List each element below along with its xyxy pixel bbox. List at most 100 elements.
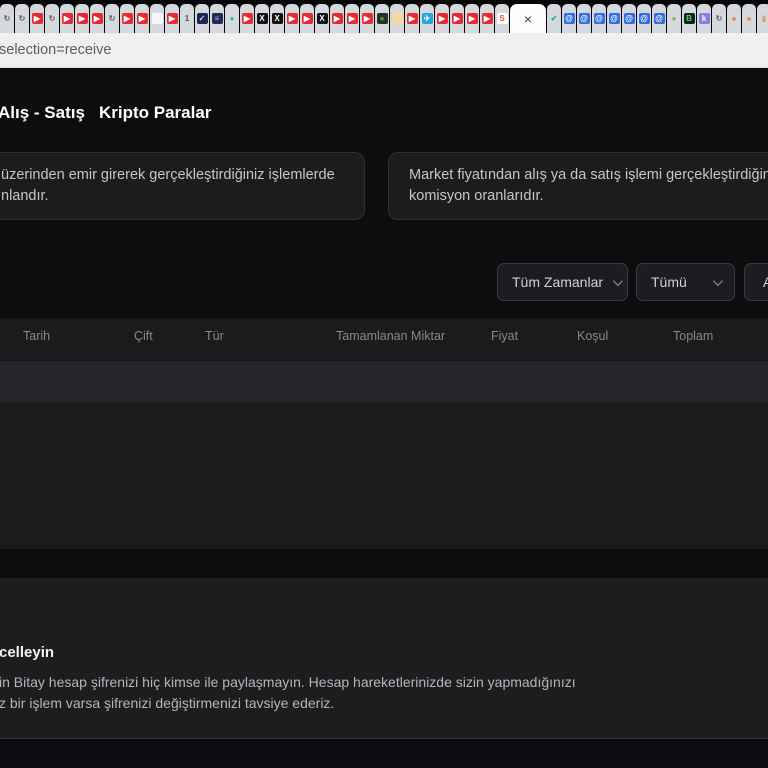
browser-tab[interactable]: k [697,4,711,33]
browser-tab[interactable]: S [495,4,509,33]
navy-shield-icon: ✓ [196,13,208,24]
tab-buy-sell[interactable]: Alış - Satış [0,103,85,123]
browser-tab[interactable]: ↻ [712,4,726,33]
close-icon[interactable]: × [524,11,532,27]
column-header-condition: Koşul [577,329,609,343]
browser-tab[interactable]: » [742,4,756,33]
browser-tab[interactable]: ▶ [405,4,419,33]
frog-avatar-icon: ● [376,13,388,24]
browser-tab[interactable]: ▶ [135,4,149,33]
youtube-icon: ▶ [466,13,478,24]
time-range-dropdown[interactable]: Tüm Zamanlar [497,263,628,301]
browser-tab[interactable]: ● [375,4,389,33]
browser-tab[interactable]: ↻ [0,4,14,33]
tab-crypto-currencies[interactable]: Kripto Paralar [99,103,211,123]
browser-tab[interactable]: ▶ [285,4,299,33]
browser-tab[interactable]: ▶ [345,4,359,33]
chevron-down-icon [712,275,723,286]
youtube-icon: ▶ [166,13,178,24]
mail-at-icon: @ [563,13,575,24]
address-bar[interactable]: selection=receive [0,33,768,68]
info-card-text-line: Market fiyatından alış ya da satış işlem… [409,167,768,183]
youtube-icon: ▶ [331,13,343,24]
column-header-completed-amount: Tamamlanan Miktar [336,329,446,343]
browser-tab[interactable]: ▶ [450,4,464,33]
browser-tab[interactable]: X [255,4,269,33]
info-card-text-line: nlandır. [1,188,49,204]
mail-at-icon: @ [608,13,620,24]
browser-tab[interactable]: @ [622,4,636,33]
chevron-down-icon [612,275,623,286]
browser-tab[interactable]: ▶ [60,4,74,33]
browser-tab[interactable]: @ [592,4,606,33]
browser-tab-active[interactable]: × [510,4,546,33]
browser-tab[interactable]: ▶ [480,4,494,33]
info-card-text-line: komisyon oranlarıdır. [409,188,544,204]
x-social-icon: X [271,13,283,24]
browser-tab[interactable]: @ [607,4,621,33]
browser-tab[interactable]: @ [577,4,591,33]
browser-tab[interactable]: ▶ [30,4,44,33]
browser-tab[interactable]: ▶ [435,4,449,33]
green-b-icon: B [683,13,695,24]
browser-tab[interactable]: ▶ [465,4,479,33]
browser-tab[interactable]: ● [225,4,239,33]
open-orders-dropdown-partial[interactable]: Aç [744,263,768,301]
browser-tab[interactable]: @ [562,4,576,33]
browser-tab[interactable]: ↻ [105,4,119,33]
browser-tab[interactable]: ▶ [120,4,134,33]
refresh-icon: ↻ [108,13,116,23]
soundcloud-icon: S [496,13,508,24]
blank-page-icon [151,13,163,24]
browser-tab[interactable]: ▶ [330,4,344,33]
browser-tab[interactable]: ↻ [45,4,59,33]
browser-tab[interactable]: ▶ [75,4,89,33]
youtube-icon: ▶ [361,13,373,24]
browser-tab[interactable]: ● [667,4,681,33]
youtube-icon: ▶ [91,13,103,24]
browser-tab[interactable]: ▶ [90,4,104,33]
info-card-limit-commission: üzerinden emir girerek gerçekleştirdiğin… [0,152,365,220]
column-header-price: Fiyat [491,329,519,343]
browser-tab[interactable]: X [270,4,284,33]
browser-tab[interactable]: 1 [180,4,194,33]
browser-tab[interactable] [150,4,164,33]
page-content: Alış - Satış Kripto Paralar üzerinden em… [0,68,768,768]
refresh-icon: ↻ [3,13,11,23]
security-notice-section: celleyin in Bitay hesap şifrenizi hiç ki… [0,578,768,738]
youtube-icon: ▶ [436,13,448,24]
browser-tab[interactable]: ▮ [757,4,768,33]
mail-at-icon: @ [653,13,665,24]
orange-arrows-icon: » [746,13,752,23]
browser-tab[interactable]: @ [637,4,651,33]
browser-tab[interactable]: ✈ [420,4,434,33]
browser-tab[interactable]: X [315,4,329,33]
x-social-icon: X [256,13,268,24]
teal-badge-icon: ● [229,13,235,23]
browser-tab[interactable] [390,4,404,33]
column-header-type: Tür [205,329,224,343]
browser-tab[interactable]: ↻ [15,4,29,33]
youtube-icon: ▶ [406,13,418,24]
browser-tab[interactable]: » [727,4,741,33]
type-dropdown[interactable]: Tümü [636,263,735,301]
browser-tab-strip: ↻ ↻ ▶ ↻ ▶ ▶ ▶ ↻ ▶ ▶ ▶ 1 ✓ ≡ ● ▶ X X ▶ ▶ X ▶ ▶ ▶ ● ▶ ✈ ▶ ▶ ▶ ▶ S × ✔ @ @ @ @ @ @… [0,0,768,33]
open-orders-dropdown-label: Aç [763,274,768,290]
browser-tab[interactable]: ▶ [240,4,254,33]
browser-tab[interactable]: ≡ [210,4,224,33]
browser-tab[interactable]: B [682,4,696,33]
mail-at-icon: @ [623,13,635,24]
browser-tab[interactable]: ▶ [165,4,179,33]
youtube-icon: ▶ [76,13,88,24]
browser-tab[interactable]: ▶ [360,4,374,33]
refresh-icon: ↻ [715,13,723,23]
browser-tab[interactable]: ▶ [300,4,314,33]
browser-tab[interactable]: @ [652,4,666,33]
navy-list-icon: ≡ [211,13,223,24]
browser-tab[interactable]: ✓ [195,4,209,33]
browser-tab[interactable]: ✔ [547,4,561,33]
screen: ↻ ↻ ▶ ↻ ▶ ▶ ▶ ↻ ▶ ▶ ▶ 1 ✓ ≡ ● ▶ X X ▶ ▶ X ▶ ▶ ▶ ● ▶ ✈ ▶ ▶ ▶ ▶ S × ✔ @ @ @ @ @ @… [0,0,768,768]
telegram-icon: ✈ [421,13,433,24]
security-notice-text: z bir işlem varsa şifrenizi değiştirmeni… [0,695,335,711]
security-notice-text: in Bitay hesap şifrenizi hiç kimse ile p… [0,674,576,690]
